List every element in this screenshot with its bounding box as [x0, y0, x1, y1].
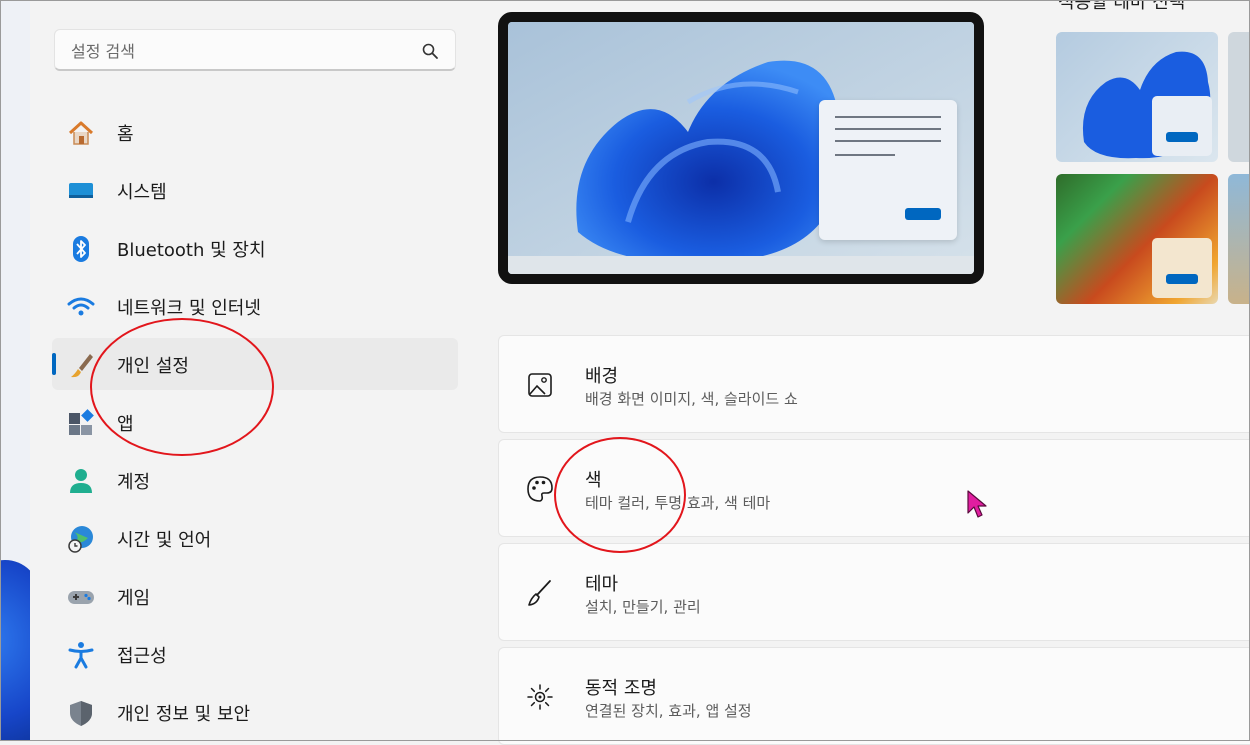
mouse-cursor-icon: [967, 490, 987, 518]
sidebar-item-accounts[interactable]: 계정: [52, 454, 458, 506]
gamepad-icon: [68, 591, 94, 604]
sidebar-item-bluetooth[interactable]: Bluetooth 및 장치: [52, 222, 458, 274]
sidebar-item-label: 접근성: [117, 646, 167, 667]
card-title: 배경: [585, 366, 619, 387]
sidebar-item-label: 시스템: [117, 182, 167, 203]
sidebar-item-privacy[interactable]: 개인 정보 및 보안: [52, 686, 458, 738]
shield-icon: [70, 701, 92, 726]
card-title: 동적 조명: [585, 678, 657, 699]
palette-icon: [527, 476, 553, 502]
sidebar-item-label: 홈: [117, 124, 134, 145]
themes-title: 적용할 테마 선택: [1058, 0, 1186, 13]
sun-icon: [527, 684, 553, 710]
globe-clock-icon: [68, 526, 93, 553]
search-input[interactable]: [69, 39, 413, 63]
sidebar-item-label: 시간 및 언어: [117, 530, 212, 551]
apps-icon: [69, 409, 94, 435]
sidebar-item-system[interactable]: 시스템: [52, 164, 458, 216]
sidebar-item-personalization[interactable]: 개인 설정: [52, 338, 458, 390]
theme-preview: [498, 12, 984, 284]
settings-card-colors[interactable]: 색 테마 컬러, 투명 효과, 색 테마: [498, 439, 1250, 537]
accessibility-icon: [68, 642, 94, 669]
sidebar-item-label: 개인 정보 및 보안: [117, 704, 251, 725]
system-icon: [69, 183, 93, 198]
sidebar-item-label: 게임: [117, 588, 151, 609]
sidebar-item-gaming[interactable]: 게임: [52, 570, 458, 622]
theme-thumbnail[interactable]: [1228, 32, 1250, 162]
sidebar-item-label: 앱: [117, 414, 134, 435]
theme-thumbnail[interactable]: [1228, 174, 1250, 304]
sidebar-item-home[interactable]: 홈: [52, 106, 458, 158]
preview-window: [819, 100, 957, 240]
account-icon: [70, 469, 92, 493]
brush-icon: [528, 580, 551, 606]
theme-thumbnail[interactable]: [1056, 174, 1218, 304]
image-icon: [528, 373, 552, 397]
sidebar-item-label: 네트워크 및 인터넷: [117, 298, 261, 319]
search-icon[interactable]: [421, 42, 439, 60]
card-title: 색: [585, 470, 602, 491]
wifi-icon: [67, 297, 95, 316]
home-icon: [68, 121, 94, 145]
desktop-background-strip: [0, 0, 30, 741]
settings-card-dynamic-lighting[interactable]: 동적 조명 연결된 장치, 효과, 앱 설정: [498, 647, 1250, 745]
card-title: 테마: [585, 574, 619, 595]
theme-thumbnail[interactable]: [1056, 32, 1218, 162]
sidebar-item-label: 개인 설정: [117, 356, 189, 377]
search-box[interactable]: [54, 29, 456, 71]
card-subtitle: 테마 컬러, 투명 효과, 색 테마: [585, 494, 771, 512]
settings-card-themes[interactable]: 테마 설치, 만들기, 관리: [498, 543, 1250, 641]
sidebar-item-label: 계정: [117, 472, 151, 493]
card-subtitle: 배경 화면 이미지, 색, 슬라이드 쇼: [585, 390, 798, 408]
sidebar-item-apps[interactable]: 앱: [52, 396, 458, 448]
sidebar-item-label: Bluetooth 및 장치: [117, 240, 266, 261]
card-subtitle: 연결된 장치, 효과, 앱 설정: [585, 702, 752, 720]
selected-indicator: [52, 353, 56, 375]
card-subtitle: 설치, 만들기, 관리: [585, 598, 701, 616]
brush-icon: [71, 354, 93, 378]
sidebar-item-time-language[interactable]: 시간 및 언어: [52, 512, 458, 564]
settings-card-background[interactable]: 배경 배경 화면 이미지, 색, 슬라이드 쇼: [498, 335, 1250, 433]
sidebar: 홈 시스템 Bluetooth 및 장치 네트워크 및 인터넷 개인 설정 앱 …: [30, 0, 472, 741]
sidebar-item-network[interactable]: 네트워크 및 인터넷: [52, 280, 458, 332]
preview-taskbar: [508, 256, 974, 274]
bluetooth-icon: [73, 236, 89, 262]
sidebar-item-accessibility[interactable]: 접근성: [52, 628, 458, 680]
